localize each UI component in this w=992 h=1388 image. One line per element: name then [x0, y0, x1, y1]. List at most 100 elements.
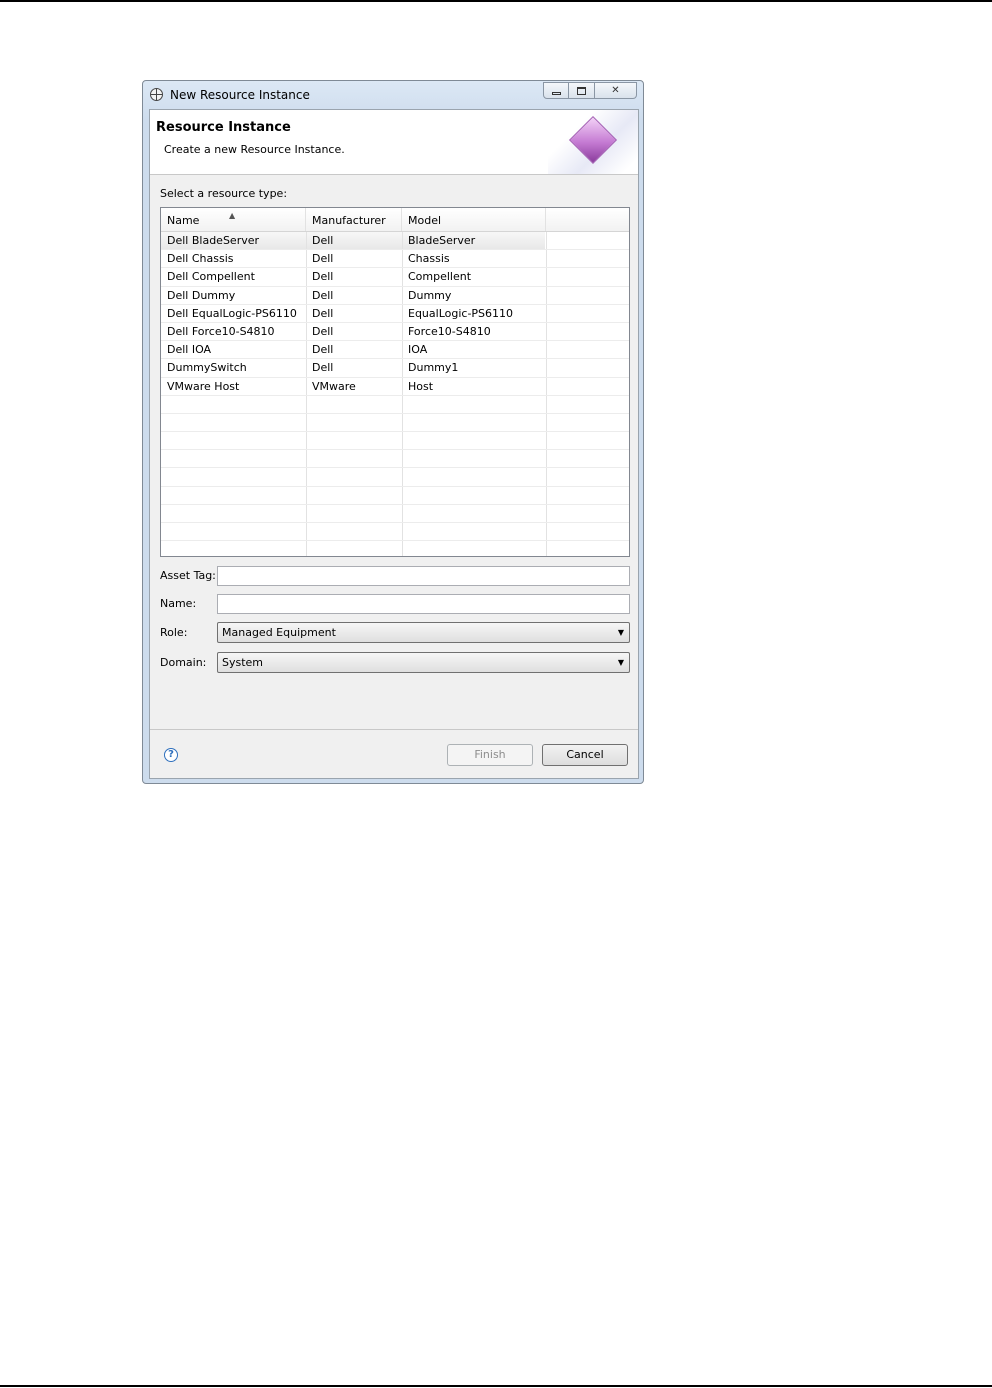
maximize-button[interactable] — [569, 82, 595, 99]
role-dropdown[interactable]: Managed Equipment ▼ — [217, 622, 630, 643]
cell-model: Compellent — [408, 270, 472, 284]
table-row[interactable] — [161, 523, 629, 542]
table-row[interactable]: Dell EqualLogic-PS6110 Dell EqualLogic-PS6… — [161, 304, 629, 323]
domain-dropdown[interactable]: System ▼ — [217, 652, 630, 673]
banner-description: Create a new Resource Instance. — [164, 143, 345, 156]
table-row[interactable] — [161, 432, 629, 451]
cell-manufacturer: Dell — [312, 343, 334, 357]
column-divider — [306, 541, 307, 556]
dialog-client-area: Resource Instance Create a new Resource … — [149, 109, 639, 779]
cell-name: Dell Force10-S4810 — [167, 324, 275, 338]
window-controls: ✕ — [543, 82, 637, 100]
table-body: Dell BladeServer Dell BladeServer Dell Chas… — [161, 232, 629, 556]
table-header: ▲ Name Manufacturer Model — [161, 208, 629, 232]
domain-selected-value: System — [222, 656, 264, 669]
column-divider — [402, 413, 403, 432]
column-divider — [546, 304, 547, 322]
column-divider — [402, 523, 403, 541]
column-divider — [402, 541, 403, 556]
title-bar[interactable]: New Resource Instance ✕ — [143, 81, 643, 108]
domain-label: Domain: — [160, 656, 207, 669]
cell-manufacturer: Dell — [312, 361, 334, 375]
table-row[interactable] — [161, 504, 629, 523]
cell-name: Dell Chassis — [167, 252, 234, 266]
footer-separator — [150, 729, 638, 730]
column-header-extra[interactable] — [546, 208, 629, 231]
column-divider — [306, 523, 307, 541]
sort-ascending-icon: ▲ — [229, 211, 236, 220]
close-icon: ✕ — [611, 85, 620, 96]
cell-manufacturer: VMware — [312, 379, 356, 393]
banner-title: Resource Instance — [156, 120, 291, 135]
asset-tag-input[interactable] — [217, 566, 630, 586]
table-row[interactable]: VMware Host VMware Host — [161, 377, 629, 396]
column-header-manufacturer[interactable]: Manufacturer — [306, 208, 402, 231]
table-row[interactable]: Dell Dummy Dell Dummy — [161, 286, 629, 305]
new-resource-instance-dialog: New Resource Instance ✕ Resource Instanc… — [142, 80, 644, 784]
column-divider — [402, 450, 403, 468]
table-row[interactable] — [161, 468, 629, 487]
column-divider — [306, 486, 307, 504]
table-row[interactable]: Dell Compellent Dell Compellent — [161, 268, 629, 287]
table-row[interactable] — [161, 450, 629, 469]
cell-name: VMware Host — [167, 379, 240, 393]
column-divider — [306, 413, 307, 432]
column-divider — [402, 432, 403, 450]
column-header-model[interactable]: Model — [402, 208, 546, 231]
cell-name: Dell IOA — [167, 343, 212, 357]
cell-name: Dell Compellent — [167, 270, 255, 284]
column-divider — [546, 322, 547, 341]
cell-manufacturer: Dell — [312, 252, 334, 266]
table-row[interactable]: Dell Force10-S4810 Dell Force10-S4810 — [161, 322, 629, 342]
column-header-name[interactable]: ▲ Name — [161, 208, 306, 231]
cell-name: Dell Dummy — [167, 288, 236, 302]
table-row[interactable] — [161, 395, 629, 414]
page-top-rule — [0, 0, 992, 2]
name-label: Name: — [160, 597, 197, 610]
minimize-icon — [551, 92, 561, 95]
column-divider — [402, 395, 403, 413]
column-divider — [402, 504, 403, 522]
column-divider — [546, 377, 547, 395]
table-row[interactable]: Dell Chassis Dell Chassis — [161, 250, 629, 269]
column-divider — [546, 395, 547, 413]
column-divider — [306, 468, 307, 486]
cell-model: EqualLogic-PS6110 — [408, 306, 514, 320]
help-icon[interactable]: ? — [164, 748, 178, 762]
cell-manufacturer: Dell — [312, 234, 334, 247]
table-row[interactable]: DummySwitch Dell Dummy1 — [161, 359, 629, 378]
table-row[interactable]: Dell IOA Dell IOA — [161, 341, 629, 360]
column-divider — [546, 413, 547, 432]
column-divider — [546, 286, 547, 304]
cell-manufacturer: Dell — [312, 306, 334, 320]
cell-name: DummySwitch — [167, 361, 247, 375]
column-divider — [546, 232, 547, 250]
table-row[interactable]: Dell BladeServer Dell BladeServer — [161, 232, 629, 251]
name-input[interactable] — [217, 594, 630, 614]
column-divider — [546, 523, 547, 541]
globe-icon — [150, 88, 163, 101]
table-row[interactable] — [161, 541, 629, 556]
resource-type-label: Select a resource type: — [160, 187, 288, 200]
cell-manufacturer: Dell — [312, 270, 334, 284]
cell-model: BladeServer — [408, 234, 476, 247]
cell-model: Host — [408, 379, 434, 393]
resource-type-table[interactable]: ▲ Name Manufacturer Model Dell BladeServ… — [160, 207, 630, 557]
cell-model: Chassis — [408, 252, 450, 266]
column-divider — [546, 450, 547, 468]
table-row[interactable] — [161, 486, 629, 505]
window-title: New Resource Instance — [170, 88, 310, 102]
close-button[interactable]: ✕ — [595, 82, 637, 99]
table-row[interactable] — [161, 413, 629, 433]
column-divider — [306, 504, 307, 522]
cancel-button[interactable]: Cancel — [542, 744, 628, 766]
finish-button[interactable]: Finish — [447, 744, 533, 766]
cell-name: Dell EqualLogic-PS6110 — [167, 306, 297, 320]
column-divider — [546, 468, 547, 486]
column-divider — [546, 359, 547, 377]
asset-tag-label: Asset Tag: — [160, 569, 216, 582]
cell-model: Dummy — [408, 288, 452, 302]
minimize-button[interactable] — [543, 82, 569, 99]
cell-name: Dell BladeServer — [167, 234, 260, 247]
column-divider — [546, 341, 547, 359]
